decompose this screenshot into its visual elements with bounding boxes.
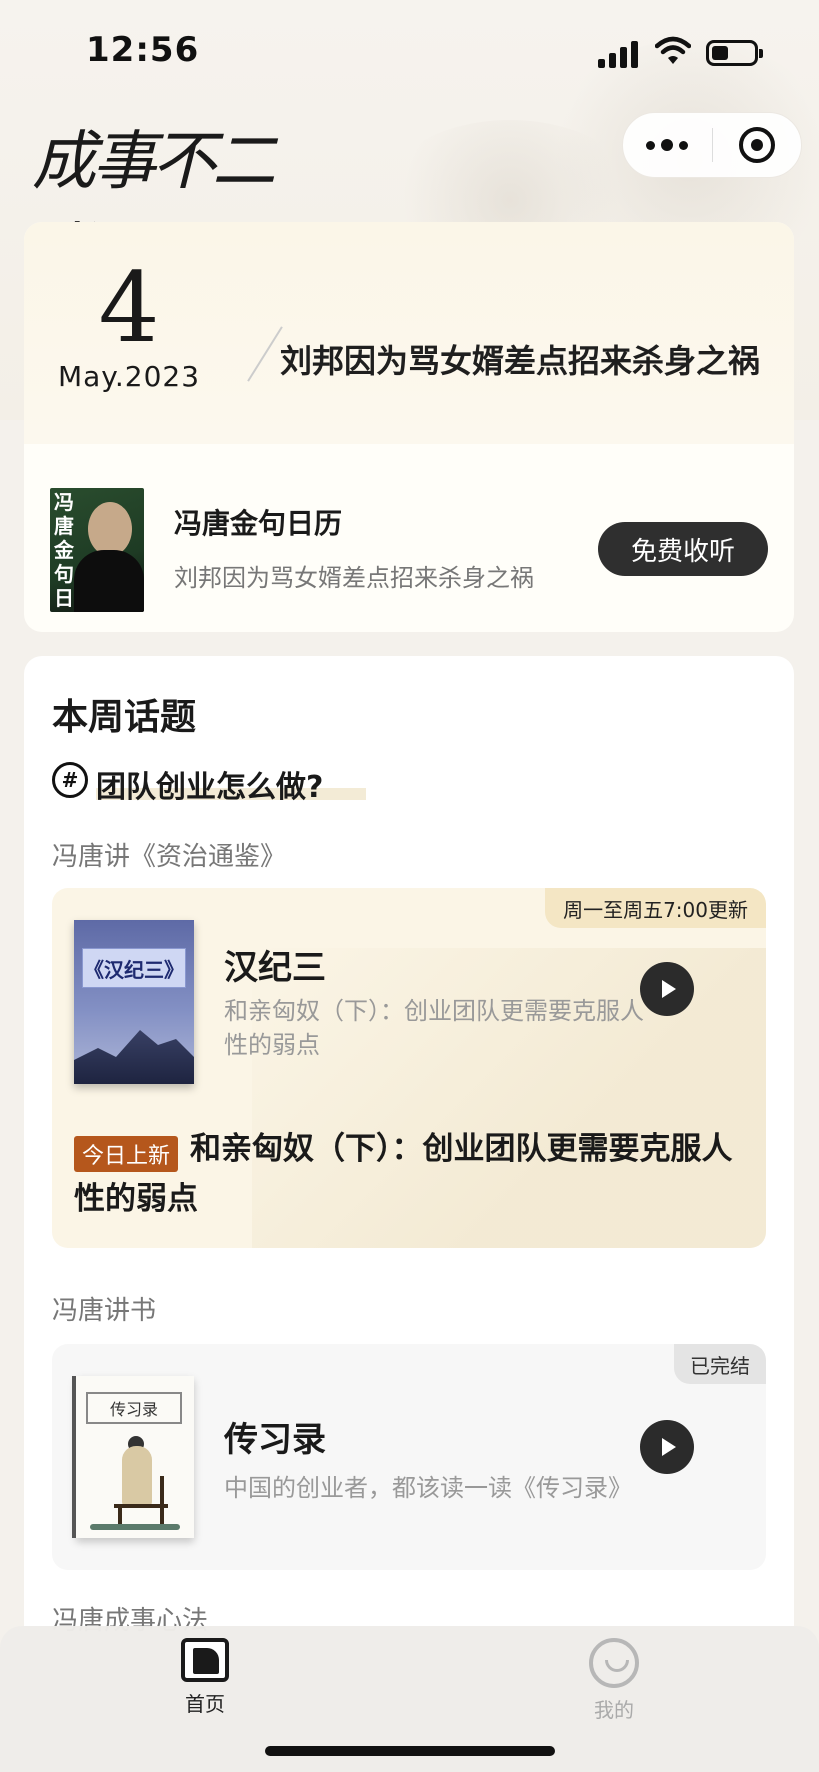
tab-label: 首页 xyxy=(185,1692,225,1716)
calendar-quote-area[interactable]: 4 May.2023 刘邦因为骂女婿差点招来杀身之祸 xyxy=(24,222,794,444)
play-button[interactable] xyxy=(640,1420,694,1474)
daily-quote: 刘邦因为骂女婿差点招来杀身之祸 xyxy=(280,342,761,380)
play-icon xyxy=(662,1438,676,1456)
calendar-card: 4 May.2023 刘邦因为骂女婿差点招来杀身之祸 冯唐金句日历 冯唐金句日历… xyxy=(24,222,794,632)
status-time: 12:56 xyxy=(86,30,200,70)
section-title: 本周话题 xyxy=(52,697,197,738)
cover-label: 《汉纪三》 xyxy=(82,948,186,988)
tab-label: 我的 xyxy=(594,1698,634,1722)
calendar-day: 4 xyxy=(98,252,160,364)
series-card-zizhitongjian[interactable]: 周一至周五7:00更新 《汉纪三》 汉纪三 和亲匈奴（下）：创业团队更需要克服人… xyxy=(52,888,766,1248)
mini-program-capsule xyxy=(622,112,802,178)
book-cover-title: 冯唐金句日历 xyxy=(54,490,74,612)
tab-home[interactable]: 首页 xyxy=(145,1638,265,1717)
calendar-title[interactable]: 冯唐金句日历 xyxy=(174,502,342,542)
tab-me[interactable]: 我的 xyxy=(554,1638,674,1723)
status-bar: 12:56 xyxy=(0,0,819,100)
weekly-topic-card: 本周话题 # 团队创业怎么做? 冯唐讲《资治通鉴》 周一至周五7:00更新 《汉… xyxy=(24,656,794,1772)
cover-label: 传习录 xyxy=(86,1392,182,1424)
hashtag-icon: # xyxy=(52,762,88,798)
signal-icon xyxy=(598,40,642,68)
calendar-month-year: May.2023 xyxy=(57,360,201,393)
play-button[interactable] xyxy=(640,962,694,1016)
new-today-badge: 今日上新 xyxy=(74,1136,179,1172)
update-schedule-badge: 周一至周五7:00更新 xyxy=(545,888,766,928)
topic-title: 团队创业怎么做? xyxy=(96,770,324,805)
calendar-subtitle: 刘邦因为骂女婿差点招来杀身之祸 xyxy=(174,564,534,592)
smile-icon xyxy=(589,1638,639,1688)
wifi-icon xyxy=(655,36,691,64)
series-description: 和亲匈奴（下）：创业团队更需要克服人性的弱点 xyxy=(224,997,644,1059)
chuanxilu-book-cover: 传习录 xyxy=(76,1376,194,1538)
series-title: 传习录 xyxy=(224,1420,326,1460)
free-listen-button[interactable]: 免费收听 xyxy=(598,522,768,576)
hanji-book-cover: 《汉纪三》 xyxy=(74,920,194,1084)
calendar-book-cover[interactable]: 冯唐金句日历 xyxy=(50,488,144,612)
home-indicator[interactable] xyxy=(265,1746,555,1756)
battery-level xyxy=(712,46,728,60)
series-card-chuanxilu[interactable]: 已完结 传习录 传习录 中国的创业者，都该读一读《传习录》 xyxy=(52,1344,766,1570)
series-label: 冯唐讲《资治通鉴》 xyxy=(52,842,287,872)
close-target-icon[interactable] xyxy=(713,113,802,177)
more-icon[interactable] xyxy=(623,113,712,177)
completed-badge: 已完结 xyxy=(674,1344,766,1384)
series-title: 汉纪三 xyxy=(224,948,326,988)
battery-icon xyxy=(706,40,763,66)
series-description: 中国的创业者，都该读一读《传习录》 xyxy=(224,1474,632,1502)
series-label: 冯唐讲书 xyxy=(52,1296,157,1326)
slash-divider xyxy=(247,326,283,382)
book-icon xyxy=(181,1638,229,1682)
app-logo: 成事不二堂 xyxy=(32,110,282,291)
play-icon xyxy=(662,980,676,998)
